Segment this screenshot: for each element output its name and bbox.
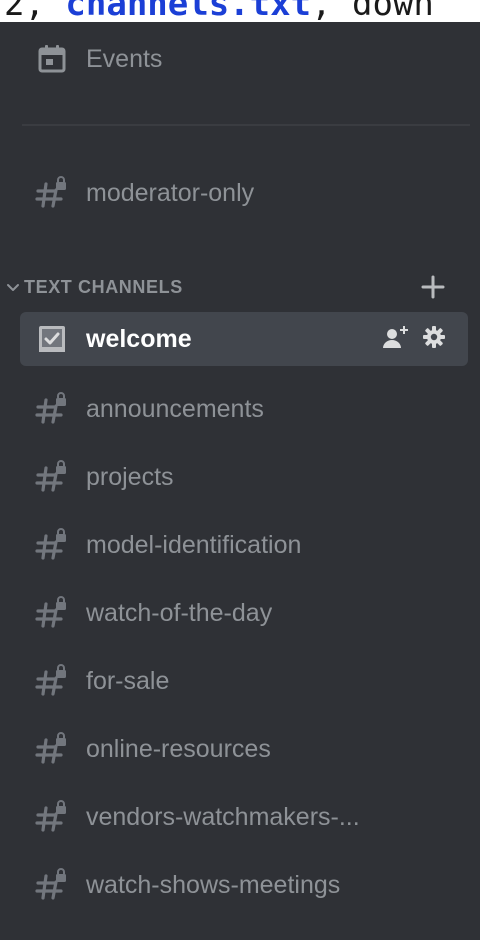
channel-label: watch-shows-meetings	[86, 870, 341, 899]
events-item[interactable]: Events	[20, 32, 468, 86]
channel-label: announcements	[86, 394, 264, 423]
channel-label: welcome	[86, 324, 192, 353]
channel-announcements[interactable]: announcements	[20, 382, 468, 436]
calendar-icon	[32, 39, 72, 79]
chevron-down-icon	[6, 280, 20, 294]
locked-hash-icon	[32, 729, 72, 769]
create-invite-icon[interactable]	[382, 324, 410, 355]
channel-online-resources[interactable]: online-resources	[20, 722, 468, 776]
top-strip-link[interactable]: channels.txt	[65, 0, 311, 22]
channel-welcome[interactable]: welcome	[20, 312, 468, 366]
channel-for-sale[interactable]: for-sale	[20, 654, 468, 708]
locked-hash-icon	[32, 389, 72, 429]
category-label: TEXT CHANNELS	[24, 276, 183, 297]
locked-hash-icon	[32, 661, 72, 701]
channel-projects[interactable]: projects	[20, 450, 468, 504]
locked-hash-icon	[32, 593, 72, 633]
divider	[22, 124, 470, 126]
channel-sidebar: Events moderator-only TEXT CHANNELS welc…	[0, 22, 480, 940]
channel-label: projects	[86, 462, 174, 491]
channel-label: for-sale	[86, 666, 170, 695]
category-text-channels[interactable]: TEXT CHANNELS	[0, 272, 480, 302]
locked-hash-icon	[32, 797, 72, 837]
channel-watch-shows-meetings[interactable]: watch-shows-meetings	[20, 858, 468, 912]
channel-actions	[382, 324, 446, 355]
locked-hash-icon	[32, 173, 72, 213]
events-label: Events	[86, 44, 163, 73]
top-strip-text: 2, channels.txt, down	[4, 0, 434, 22]
top-strip: 2, channels.txt, down	[0, 0, 480, 22]
channel-label: watch-of-the-day	[86, 598, 273, 627]
locked-hash-icon	[32, 457, 72, 497]
channel-vendors-watchmakers[interactable]: vendors-watchmakers-...	[20, 790, 468, 844]
channel-moderator-only[interactable]: moderator-only	[20, 166, 468, 220]
channel-label: online-resources	[86, 734, 271, 763]
channel-label: vendors-watchmakers-...	[86, 802, 360, 831]
channel-label: moderator-only	[86, 178, 255, 207]
channel-watch-of-the-day[interactable]: watch-of-the-day	[20, 586, 468, 640]
gear-icon[interactable]	[422, 325, 446, 354]
locked-hash-icon	[32, 525, 72, 565]
locked-hash-icon	[32, 865, 72, 905]
channel-label: model-identification	[86, 530, 302, 559]
rules-channel-icon	[32, 319, 72, 359]
plus-icon[interactable]	[418, 272, 448, 302]
channel-model-identification[interactable]: model-identification	[20, 518, 468, 572]
